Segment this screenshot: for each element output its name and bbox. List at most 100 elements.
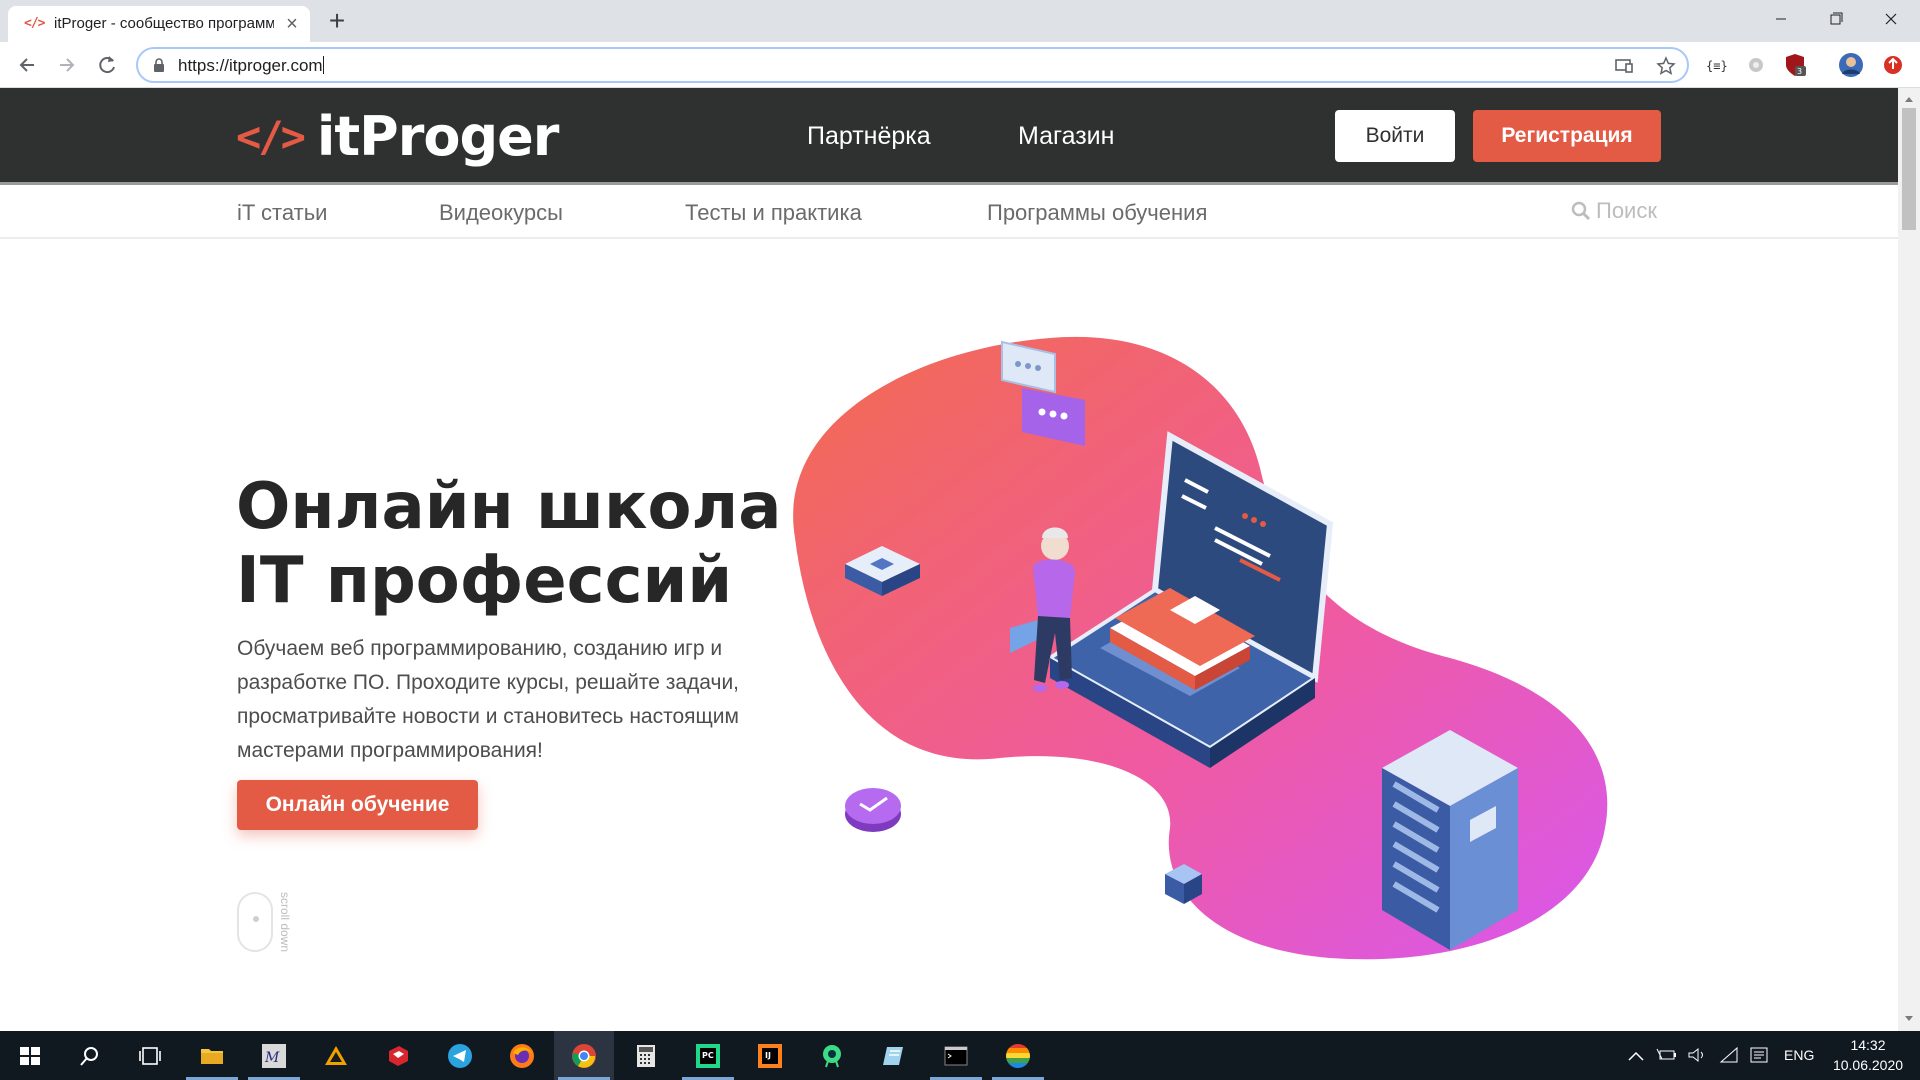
online-learning-button[interactable]: Онлайн обучение [237,780,478,830]
android-studio-icon [823,1045,841,1068]
mathcad-icon: M [262,1044,286,1068]
action-center-icon[interactable] [1748,1045,1770,1065]
intellij-icon: IJ [758,1044,782,1068]
terminal-icon [944,1046,968,1066]
taskbar-mathcad[interactable]: M [244,1031,304,1080]
nav-tests-link[interactable]: Тесты и практика [685,200,862,226]
taskbar-pycharm[interactable]: PC [678,1031,738,1080]
nav-partner-link[interactable]: Партнёрка [807,122,931,151]
battery-icon[interactable] [1656,1045,1678,1065]
taskbar-search-button[interactable] [60,1031,120,1080]
site-logo[interactable]: </> itProger [236,104,560,168]
system-clock[interactable]: 14:32 10.06.2020 [1818,1035,1918,1075]
bookmark-star-icon[interactable] [1656,56,1676,76]
browser-tabstrip: </> itProger - сообщество программистов … [0,0,1920,42]
firefox-icon [510,1044,534,1068]
url-text[interactable]: https://itproger.com [178,56,324,76]
task-view-button[interactable] [120,1031,180,1080]
rainbow-ball-icon [1006,1044,1030,1068]
server-rack-icon [1382,730,1518,950]
nav-shop-link[interactable]: Магазин [1018,122,1114,151]
extension-json-icon[interactable]: {≡} [1704,52,1730,78]
address-bar[interactable]: https://itproger.com [136,47,1689,83]
notes-icon [883,1047,903,1065]
register-button[interactable]: Регистрация [1473,110,1661,162]
taskbar-terminal[interactable] [926,1031,986,1080]
hero-title-line1: Онлайн школа [236,470,782,544]
scrollbar-thumb[interactable] [1902,108,1916,230]
volume-icon[interactable] [1686,1045,1708,1065]
svg-text:{≡}: {≡} [1706,59,1728,73]
close-tab-icon[interactable]: × [282,14,302,34]
site-header: </> itProger Партнёрка Магазин Войти Рег… [0,88,1898,185]
svg-text:M: M [264,1050,280,1066]
new-tab-button[interactable]: + [322,6,352,36]
taskbar-rainbow-app[interactable] [988,1031,1048,1080]
tray-chevron-icon[interactable] [1626,1047,1646,1065]
reload-button[interactable] [92,50,122,80]
search-placeholder: Поиск [1596,198,1657,223]
clock-time: 14:32 [1850,1037,1886,1053]
scroll-mouse-icon[interactable] [237,892,273,952]
hero-title: Онлайн школа IT профессий [236,470,796,618]
wifi-icon[interactable] [1718,1045,1740,1065]
browser-tab[interactable]: </> itProger - сообщество программистов … [8,6,310,42]
taskbar-telegram[interactable] [430,1031,490,1080]
update-icon[interactable] [1880,52,1906,78]
pycharm-icon: PC [696,1044,720,1068]
tab-title: itProger - сообщество программистов [54,15,274,32]
hero-description: Обучаем веб программированию, созданию и… [237,637,740,762]
taskbar-app-triangle[interactable] [306,1031,366,1080]
svg-text:IJ: IJ [765,1051,771,1060]
clock-date: 10.06.2020 [1832,1057,1904,1073]
logo-code-icon: </> [236,111,306,161]
profile-avatar[interactable] [1838,52,1864,78]
extension-ublock-icon[interactable]: 3 [1782,52,1808,78]
taskbar-explorer[interactable] [182,1031,242,1080]
site-search[interactable]: Поиск [1570,198,1657,224]
windows-icon [20,1047,40,1065]
taskbar-android-studio[interactable] [802,1031,862,1080]
lock-icon [154,58,164,72]
windows-taskbar: M PC IJ ENG 14:32 10.06.2020 [0,1031,1920,1080]
svg-text:PC: PC [702,1051,714,1060]
search-icon [80,1047,98,1066]
input-language[interactable]: ENG [1784,1047,1814,1063]
scroll-down-arrow[interactable] [1898,1012,1920,1026]
task-view-icon [139,1047,161,1065]
search-icon [1571,201,1591,221]
nav-videocourses-link[interactable]: Видеокурсы [439,200,563,226]
taskbar-chrome[interactable] [554,1031,614,1080]
hero-title-line2: IT профессий [236,544,733,618]
extension-puzzle-icon[interactable] [1743,52,1769,78]
taskbar-firefox[interactable] [492,1031,552,1080]
svg-text:3: 3 [1797,67,1802,76]
minimize-button[interactable] [1752,0,1810,40]
sketchup-icon [389,1046,408,1066]
badge-icon [845,788,901,832]
favicon-icon: </> [24,16,45,31]
folder-icon [201,1049,223,1064]
forward-button[interactable] [52,50,82,80]
scroll-down-label: scroll down [278,892,292,953]
close-window-button[interactable] [1862,0,1920,40]
nav-programs-link[interactable]: Программы обучения [987,200,1207,226]
nav-articles-link[interactable]: iT статьи [237,200,327,226]
telegram-icon [448,1044,472,1068]
taskbar-calculator[interactable] [616,1031,676,1080]
login-button[interactable]: Войти [1335,110,1455,162]
taskbar-notes[interactable] [864,1031,924,1080]
triangle-app-icon [325,1046,347,1065]
calculator-icon [637,1045,655,1067]
browser-toolbar: https://itproger.com {≡} 3 [0,42,1920,88]
chrome-icon [572,1044,596,1068]
restore-button[interactable] [1806,0,1864,40]
taskbar-intellij[interactable]: IJ [740,1031,800,1080]
start-button[interactable] [0,1031,60,1080]
hero-illustration [793,336,1608,960]
scroll-up-arrow[interactable] [1898,92,1920,106]
taskbar-sketchup[interactable] [368,1031,428,1080]
cast-icon[interactable] [1614,56,1634,76]
logo-text: itProger [316,104,560,168]
back-button[interactable] [12,50,42,80]
